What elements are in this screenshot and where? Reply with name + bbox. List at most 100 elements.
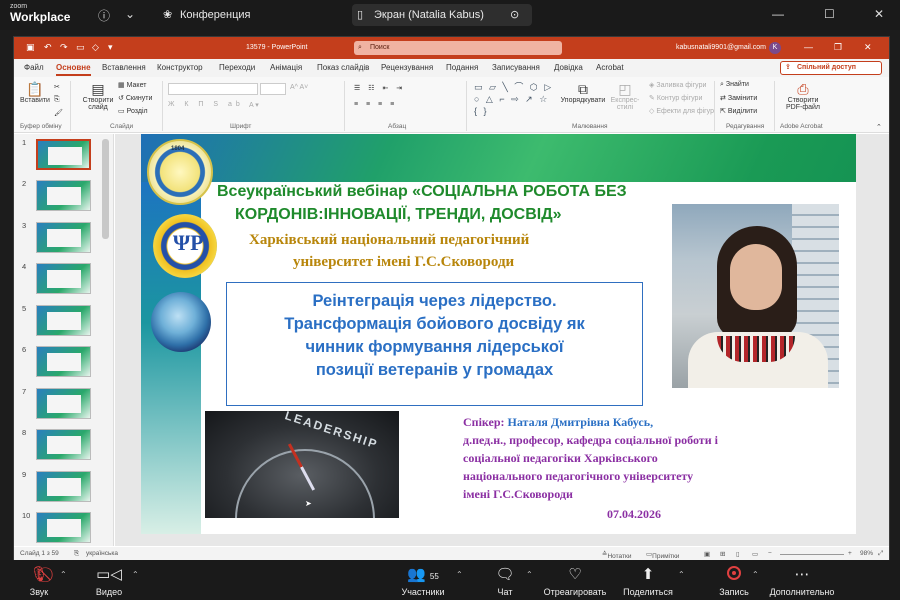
replace-button[interactable]: ⇄ Замінити xyxy=(720,94,757,102)
slide-canvas[interactable]: 1804 ΨP Всеукраїнський вебінар «СОЦІАЛЬН… xyxy=(141,134,856,534)
participants-button[interactable]: 👥 55 Участники xyxy=(398,566,448,597)
chevron-up-icon[interactable]: ⌃ xyxy=(60,570,67,579)
share-screen-button[interactable]: ⬆︎ Поделиться xyxy=(620,566,676,597)
undo-icon[interactable]: ↶ xyxy=(44,42,52,53)
tab-review[interactable]: Рецензування xyxy=(381,63,433,72)
fit-slide-icon[interactable]: ⤢ xyxy=(878,550,883,558)
react-button[interactable]: ♡ Отреагировать xyxy=(542,566,608,597)
mute-button[interactable]: 🎙︎⃠ Звук xyxy=(22,566,56,597)
tab-conference[interactable]: ❀ Конференция xyxy=(158,4,278,26)
more-button[interactable]: ⋯ Дополнительно xyxy=(766,566,838,597)
view-sorter-icon[interactable]: ⊞ xyxy=(720,550,725,558)
topic-line: Трансформація бойового досвіду як xyxy=(284,315,585,333)
view-normal-icon[interactable]: ▣ xyxy=(704,550,710,558)
chevron-up-icon[interactable]: ⌃ xyxy=(456,570,463,579)
tab-insert[interactable]: Вставлення xyxy=(102,63,146,72)
view-reading-icon[interactable]: ▯ xyxy=(736,550,740,558)
slide-thumbnail[interactable] xyxy=(36,180,91,211)
ribbon-divider xyxy=(714,81,715,131)
tab-animations[interactable]: Анімація xyxy=(270,63,302,72)
shapes-gallery[interactable]: ▭ ▱ ╲ ⌒ ⬡ ▷ ○ △ ⌐ ⇨ ↗ ☆ { } xyxy=(474,81,556,117)
format-painter-icon[interactable]: 🖌 xyxy=(54,109,63,117)
chevron-up-icon[interactable]: ⌃ xyxy=(678,570,685,579)
zoom-in-icon[interactable]: + xyxy=(848,550,852,557)
slide-thumbnail[interactable] xyxy=(36,139,91,170)
new-slide-button[interactable]: ▤ Створити слайд xyxy=(78,81,118,111)
close-icon[interactable]: ✕ xyxy=(864,42,872,53)
zoom-slider[interactable] xyxy=(780,554,844,555)
slide-thumbnail[interactable] xyxy=(36,346,91,377)
tab-help[interactable]: Довідка xyxy=(554,63,583,72)
spellcheck-icon[interactable]: ⎘ xyxy=(74,550,79,558)
more-options-icon[interactable]: ⊙ xyxy=(510,4,519,26)
slide-thumbnail[interactable] xyxy=(36,388,91,419)
close-icon[interactable]: ✕ xyxy=(874,7,884,21)
chevron-up-icon[interactable]: ⌃ xyxy=(132,570,139,579)
font-color-icon[interactable]: A ▾ xyxy=(249,101,259,109)
present-icon[interactable]: ▭ xyxy=(76,42,85,53)
create-pdf-button[interactable]: ⎙ Створити PDF-файл xyxy=(782,81,824,111)
tab-slideshow[interactable]: Показ слайдів xyxy=(317,63,369,72)
customize-icon[interactable]: ▾ xyxy=(108,42,113,53)
shape-icon[interactable]: ◇ xyxy=(92,42,99,53)
notes-button[interactable]: ≙ Нотатки xyxy=(602,550,631,560)
minimize-icon[interactable]: — xyxy=(804,42,813,52)
zoom-out-icon[interactable]: − xyxy=(768,550,772,557)
tab-design[interactable]: Конструктор xyxy=(157,63,203,72)
tab-acrobat[interactable]: Acrobat xyxy=(596,63,624,72)
share-button[interactable]: ⇪ Спільний доступ xyxy=(780,61,882,75)
save-icon[interactable]: ▣ xyxy=(26,42,35,53)
avatar[interactable]: K xyxy=(769,42,781,54)
video-button[interactable]: ▭◁ Видео xyxy=(90,566,128,597)
shape-fill-button[interactable]: ◈ Заливка фігури xyxy=(649,81,706,89)
comments-button[interactable]: ▭ Примітки xyxy=(646,550,679,560)
slide-thumbnail[interactable] xyxy=(36,471,91,502)
font-grow-icon[interactable]: A^ A˅ xyxy=(290,84,308,91)
record-button[interactable]: Запись xyxy=(714,566,754,597)
minimize-icon[interactable]: — xyxy=(772,7,784,21)
collapse-ribbon-icon[interactable]: ⌃ xyxy=(876,123,882,131)
tab-home[interactable]: Основне xyxy=(56,63,91,76)
chevron-up-icon[interactable]: ⌃ xyxy=(752,570,759,579)
info-icon[interactable]: ⓘ xyxy=(98,7,110,24)
font-name-select[interactable] xyxy=(168,83,258,95)
select-button[interactable]: ⇱ Виділити xyxy=(720,107,757,115)
slide-thumbnail[interactable] xyxy=(36,222,91,253)
find-button[interactable]: ⌕ Знайти xyxy=(720,81,749,89)
shape-effects-button[interactable]: ◇ Ефекти для фігур xyxy=(649,107,714,115)
paste-button[interactable]: 📋 Вставити xyxy=(18,81,52,104)
tab-transitions[interactable]: Переходи xyxy=(219,63,255,72)
redo-icon[interactable]: ↷ xyxy=(60,42,68,53)
zoom-percent[interactable]: 98% xyxy=(860,550,873,557)
maximize-icon[interactable]: ☐ xyxy=(824,7,835,21)
search-placeholder: Поиск xyxy=(370,44,390,51)
search-input[interactable]: ⌕ Поиск xyxy=(354,41,562,55)
slide-thumbnail[interactable] xyxy=(36,512,91,543)
align-icons[interactable]: ≡ ≡ ≡ ≡ xyxy=(354,101,397,108)
chevron-down-icon[interactable]: ⌄ xyxy=(125,7,135,21)
font-size-select[interactable] xyxy=(260,83,286,95)
chat-button[interactable]: 🗨︎ Чат xyxy=(490,566,520,597)
thumbnails-scrollbar[interactable] xyxy=(102,139,109,239)
chevron-up-icon[interactable]: ⌃ xyxy=(526,570,533,579)
arrange-button[interactable]: ⧉ Упорядкувати xyxy=(559,81,607,104)
cut-icon[interactable]: ✂ xyxy=(54,83,60,91)
font-format-icons[interactable]: Ж К П S ab xyxy=(168,101,244,108)
section-button[interactable]: ▭ Розділ xyxy=(118,107,148,115)
slide-thumbnail[interactable] xyxy=(36,305,91,336)
copy-icon[interactable]: ⎘ xyxy=(54,96,60,104)
tab-view[interactable]: Подання xyxy=(446,63,478,72)
language-label[interactable]: українська xyxy=(86,550,118,557)
quick-styles-button[interactable]: ◰ Експрес-стилі xyxy=(606,81,644,111)
slide-thumbnail[interactable] xyxy=(36,263,91,294)
tab-file[interactable]: Файл xyxy=(24,63,44,72)
tab-recording[interactable]: Записування xyxy=(492,63,540,72)
shape-outline-button[interactable]: ✎ Контур фігури xyxy=(649,94,702,102)
reset-button[interactable]: ↺ Скинути xyxy=(118,94,152,102)
layout-button[interactable]: ▦ Макет xyxy=(118,81,146,89)
slide-thumbnail[interactable] xyxy=(36,429,91,460)
list-icons[interactable]: ☰ ☷ ⇤ ⇥ xyxy=(354,84,405,92)
view-slideshow-icon[interactable]: ▭ xyxy=(752,550,758,558)
tab-screen[interactable]: ▯ Экран (Natalia Kabus) ⊙ xyxy=(352,4,532,26)
restore-icon[interactable]: ❐ xyxy=(834,42,842,53)
